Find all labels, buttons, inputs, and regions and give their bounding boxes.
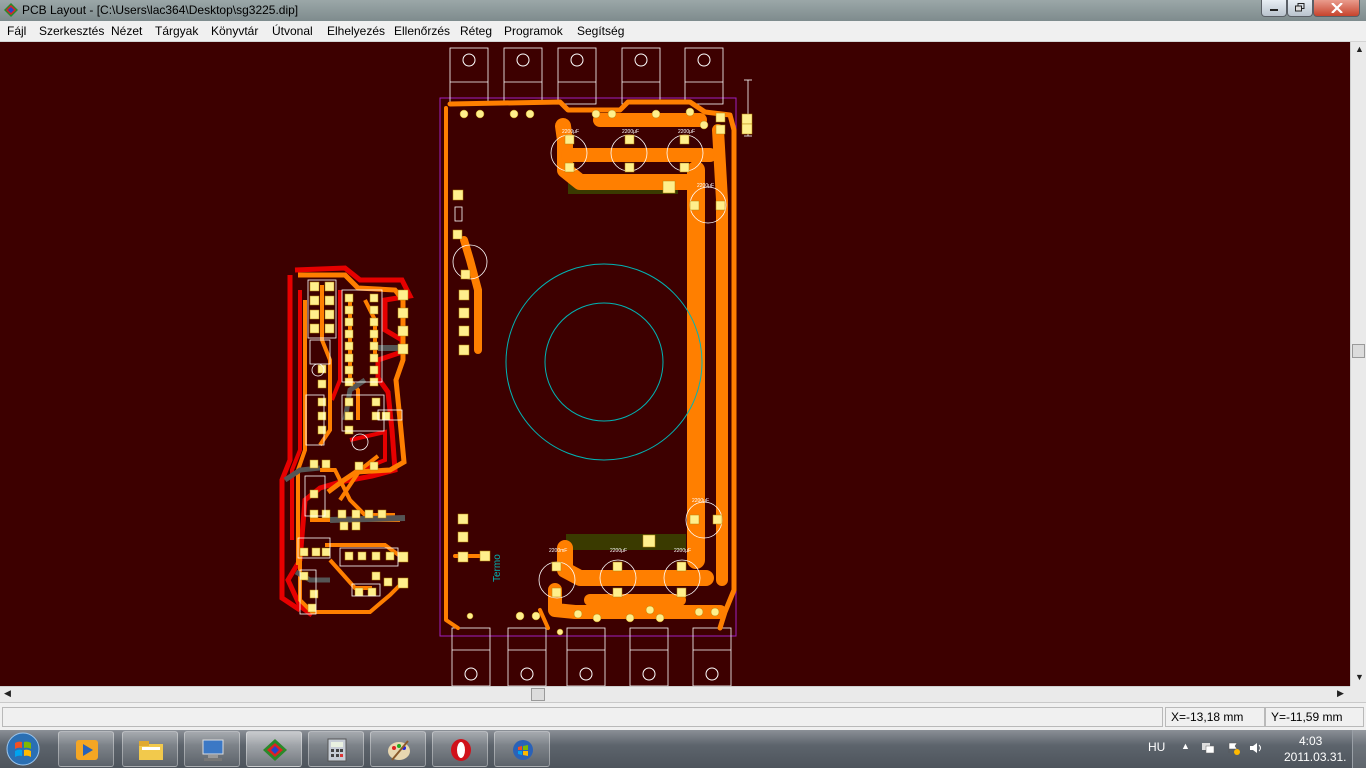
pcb-canvas[interactable]: Termo 2200μF 2200μF 2200μF 2200μF 2200μF… bbox=[0, 42, 1350, 686]
restore-button[interactable] bbox=[1287, 0, 1313, 17]
restore-icon bbox=[1295, 3, 1305, 12]
clock-date[interactable]: 2011.03.31. bbox=[1284, 750, 1347, 764]
scroll-left-icon[interactable]: ◀ bbox=[4, 688, 11, 699]
cap-label-top-1: 2200μF bbox=[562, 129, 579, 135]
close-icon bbox=[1330, 3, 1343, 13]
menu-help[interactable]: Segítség bbox=[577, 24, 624, 38]
clock-time[interactable]: 4:03 bbox=[1299, 734, 1322, 748]
tray-action-center-icon[interactable] bbox=[1226, 741, 1240, 755]
scroll-up-icon[interactable]: ▲ bbox=[1355, 44, 1364, 54]
scroll-down-icon[interactable]: ▼ bbox=[1355, 672, 1364, 682]
taskbar-paint[interactable] bbox=[370, 731, 426, 767]
tray-volume-icon[interactable] bbox=[1249, 741, 1263, 755]
horizontal-scrollbar[interactable]: ◀ ▶ bbox=[0, 686, 1350, 702]
computer-network-icon bbox=[202, 739, 224, 761]
vertical-scrollbar[interactable]: ▲ ▼ bbox=[1350, 42, 1366, 686]
window-title: PCB Layout - [C:\Users\lac364\Desktop\sg… bbox=[22, 3, 299, 17]
taskbar-opera[interactable] bbox=[432, 731, 488, 767]
calculator-icon bbox=[327, 738, 347, 762]
menu-objects[interactable]: Tárgyak bbox=[155, 24, 198, 38]
scroll-right-icon[interactable]: ▶ bbox=[1337, 688, 1344, 699]
menu-placement[interactable]: Elhelyezés bbox=[327, 24, 385, 38]
y-coordinate: Y=-11,59 mm bbox=[1265, 707, 1364, 727]
cap-label-top-3: 2200μF bbox=[678, 129, 695, 135]
menu-programs[interactable]: Programok bbox=[504, 24, 563, 38]
scrollbar-corner bbox=[1350, 686, 1366, 702]
x-coordinate: X=-13,18 mm bbox=[1165, 707, 1265, 727]
menu-check[interactable]: Ellenőrzés bbox=[394, 24, 450, 38]
menu-edit[interactable]: Szerkesztés bbox=[39, 24, 104, 38]
opera-icon bbox=[451, 739, 471, 761]
horizontal-scroll-thumb[interactable] bbox=[531, 688, 545, 701]
taskbar-pcb-layout[interactable] bbox=[246, 731, 302, 767]
taskbar-calculator[interactable] bbox=[308, 731, 364, 767]
cap-label-bottom-3: 2200μF bbox=[674, 548, 691, 554]
close-button[interactable] bbox=[1313, 0, 1360, 17]
termo-label: Termo bbox=[492, 554, 503, 582]
language-indicator[interactable]: HU bbox=[1148, 740, 1165, 754]
cap-label-bottom-1: 2200mF bbox=[549, 548, 567, 554]
windows-start-icon[interactable] bbox=[4, 731, 42, 767]
tray-expand-icon[interactable]: ▲ bbox=[1181, 741, 1190, 751]
taskbar: HU ▲ 4:03 2011.03.31. bbox=[0, 730, 1366, 768]
pcb-drawing[interactable]: Termo 2200μF 2200μF 2200μF 2200μF 2200μF… bbox=[0, 42, 1350, 686]
taskbar-media-player[interactable] bbox=[58, 731, 114, 767]
folder-icon bbox=[139, 741, 163, 760]
media-player-icon bbox=[76, 740, 98, 760]
status-message-cell bbox=[2, 707, 1163, 727]
minimize-icon bbox=[1270, 9, 1278, 11]
menu-bar: Fájl Szerkesztés Nézet Tárgyak Könyvtár … bbox=[0, 21, 1366, 42]
taskbar-windows-update[interactable] bbox=[494, 731, 550, 767]
title-bar: PCB Layout - [C:\Users\lac364\Desktop\sg… bbox=[0, 0, 1366, 21]
pcb-layout-app-icon bbox=[4, 3, 18, 17]
paint-palette-icon bbox=[388, 740, 410, 761]
cap-label-bottom-2: 2200μF bbox=[610, 548, 627, 554]
vertical-scroll-thumb[interactable] bbox=[1352, 344, 1365, 358]
menu-route[interactable]: Útvonal bbox=[272, 24, 313, 38]
cap-label-right-bottom: 2200μF bbox=[692, 498, 709, 504]
taskbar-network[interactable] bbox=[184, 731, 240, 767]
status-bar: X=-13,18 mm Y=-11,59 mm bbox=[0, 702, 1366, 730]
tray-network-icon[interactable] bbox=[1201, 741, 1215, 755]
cap-label-top-2: 2200μF bbox=[622, 129, 639, 135]
taskbar-explorer[interactable] bbox=[122, 731, 178, 767]
cap-label-right-top: 2200μF bbox=[697, 183, 714, 189]
menu-layer[interactable]: Réteg bbox=[460, 24, 492, 38]
show-desktop-button[interactable] bbox=[1352, 730, 1366, 768]
windows-update-icon bbox=[513, 740, 533, 760]
pcb-layout-icon bbox=[263, 739, 287, 761]
menu-file[interactable]: Fájl bbox=[7, 24, 26, 38]
menu-library[interactable]: Könyvtár bbox=[211, 24, 258, 38]
minimize-button[interactable] bbox=[1261, 0, 1287, 17]
menu-view[interactable]: Nézet bbox=[111, 24, 142, 38]
